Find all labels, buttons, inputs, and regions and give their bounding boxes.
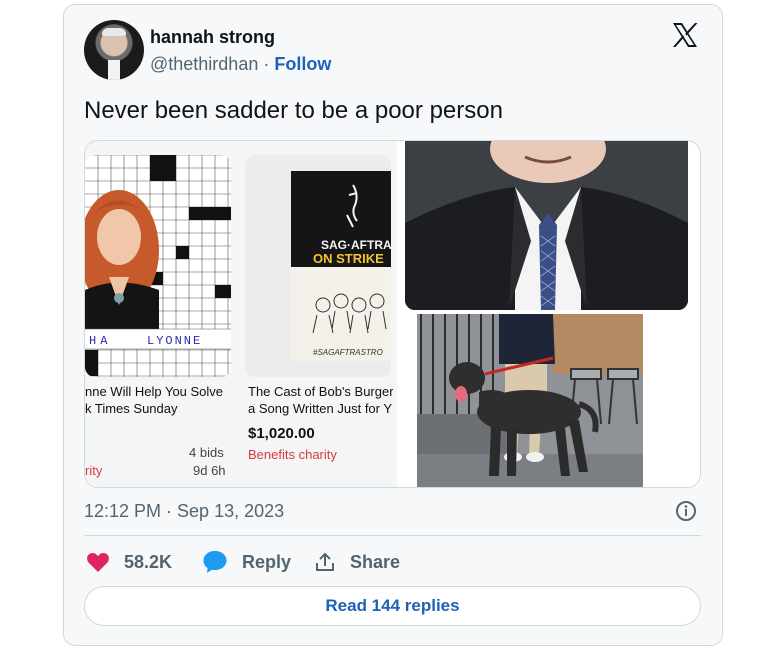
display-name[interactable]: hannah strong bbox=[150, 27, 275, 48]
strike-poster-illustration: SAG·AFTRA ON STRIKE #SAGAFTRASTRO bbox=[245, 155, 391, 377]
like-button[interactable]: 58.2K bbox=[86, 548, 172, 576]
listing-2-caption-line2[interactable]: a Song Written Just for Y bbox=[248, 400, 393, 417]
listing-2-charity: Benefits charity bbox=[248, 447, 337, 462]
reply-button[interactable]: Reply bbox=[202, 548, 291, 576]
dog-photo-illustration bbox=[403, 314, 697, 487]
like-count: 58.2K bbox=[124, 551, 173, 572]
avatar-hair bbox=[102, 28, 126, 36]
media-photo-dog bbox=[403, 314, 697, 487]
info-icon[interactable] bbox=[675, 500, 697, 522]
crossword-illustration: HA LYONNE bbox=[85, 155, 231, 377]
media-screenshot-listings: HA LYONNE nne Will Help You Solve k Time… bbox=[85, 141, 397, 487]
listing-1-time-left: 9d 6h bbox=[193, 463, 226, 478]
listing-1-charity: rity bbox=[85, 463, 103, 478]
share-button[interactable]: Share bbox=[314, 548, 400, 576]
x-logo-icon[interactable] bbox=[670, 20, 700, 50]
avatar-shirt bbox=[108, 60, 120, 80]
listing-image-strike-poster: SAG·AFTRA ON STRIKE #SAGAFTRASTRO bbox=[245, 155, 391, 377]
heart-icon bbox=[87, 552, 109, 572]
avatar[interactable] bbox=[84, 20, 144, 80]
share-label: Share bbox=[350, 551, 401, 572]
listing-image-crossword: HA LYONNE bbox=[85, 155, 231, 377]
poster-hashtag: #SAGAFTRASTRO bbox=[313, 348, 383, 357]
listing-1-caption-line1[interactable]: nne Will Help You Solve bbox=[85, 383, 231, 400]
man-in-suit-illustration bbox=[405, 141, 688, 310]
reply-bubble-icon bbox=[203, 551, 227, 573]
follow-link[interactable]: Follow bbox=[274, 54, 331, 74]
divider bbox=[84, 535, 701, 536]
media-photo-man-in-suit bbox=[405, 141, 688, 310]
reply-label: Reply bbox=[242, 551, 292, 572]
poster-line2: ON STRIKE bbox=[313, 251, 384, 266]
listing-1-caption-line2[interactable]: k Times Sunday bbox=[85, 400, 231, 417]
tweet-timestamp[interactable]: 12:12 PM · Sep 13, 2023 bbox=[84, 501, 284, 522]
handle-separator: · bbox=[263, 54, 270, 74]
handle-row: @thethirdhan · Follow bbox=[150, 54, 331, 75]
tweet-media[interactable]: HA LYONNE nne Will Help You Solve k Time… bbox=[84, 140, 701, 488]
tweet-text: Never been sadder to be a poor person bbox=[84, 97, 503, 124]
crossword-letters-right: LYONNE bbox=[147, 334, 202, 348]
share-icon bbox=[316, 552, 334, 571]
read-replies-button[interactable]: Read 144 replies bbox=[84, 586, 701, 626]
listing-1-bids: 4 bids bbox=[189, 445, 224, 460]
listing-2-caption-line1[interactable]: The Cast of Bob's Burger bbox=[248, 383, 393, 400]
crossword-letters-left: HA bbox=[89, 334, 111, 348]
handle[interactable]: @thethirdhan bbox=[150, 54, 258, 74]
listing-2-price: $1,020.00 bbox=[248, 425, 315, 442]
